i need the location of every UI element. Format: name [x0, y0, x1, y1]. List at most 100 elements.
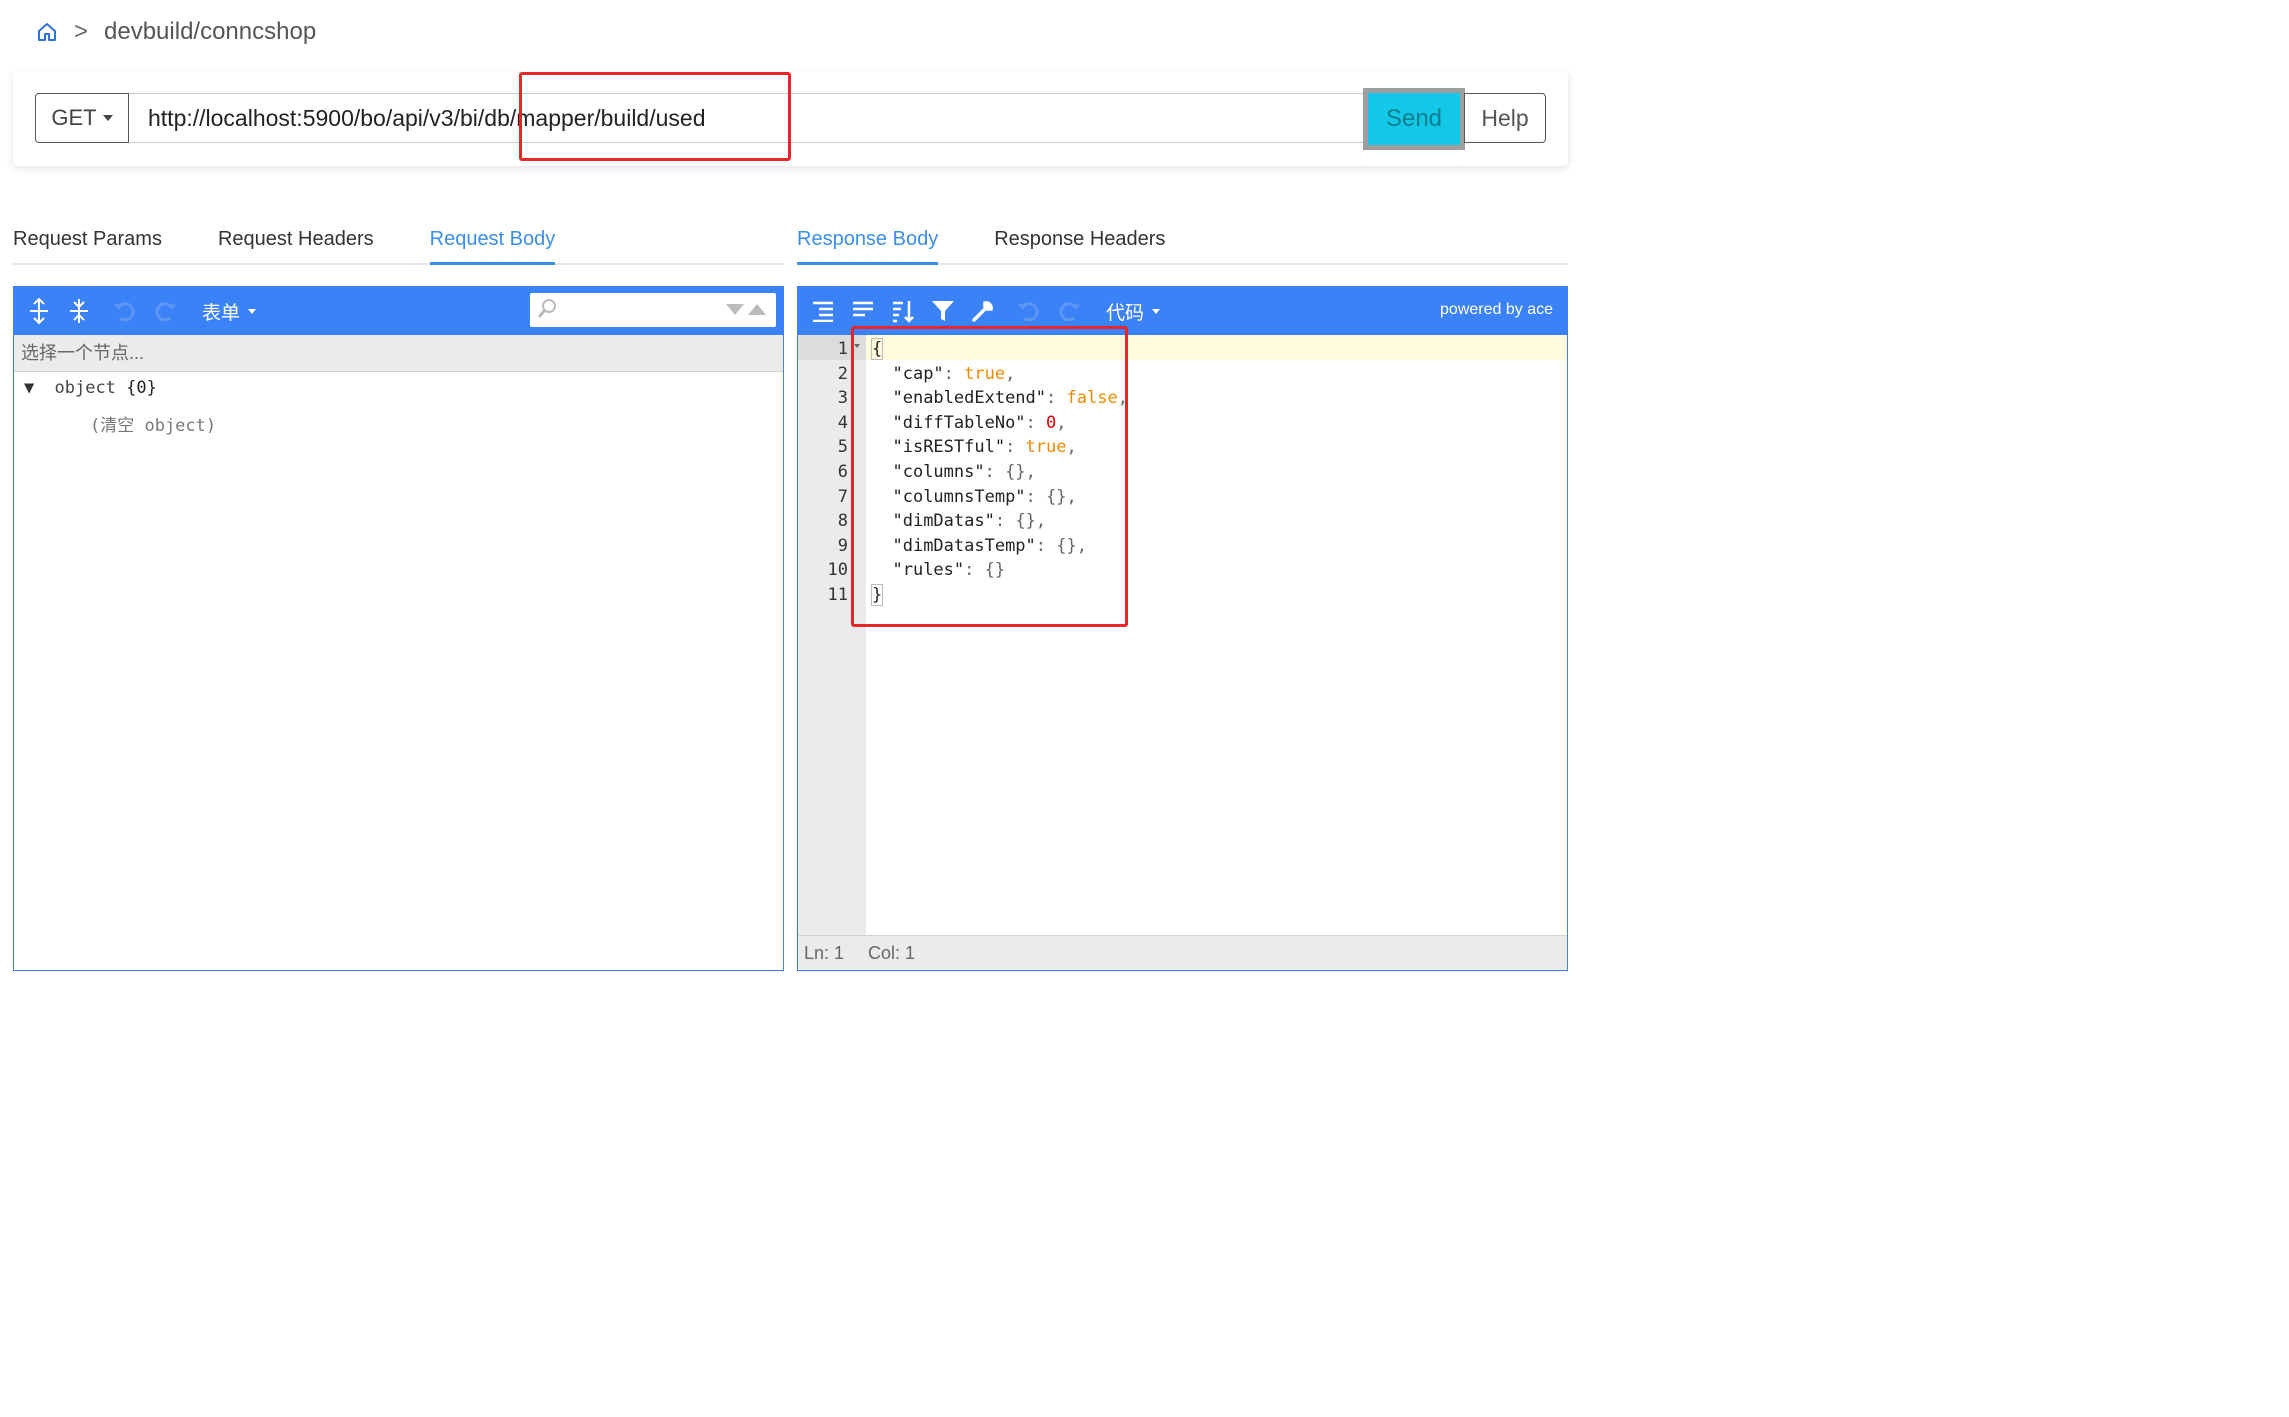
tree-root-count: {0} — [126, 378, 157, 398]
json-key: "columnsTemp" — [892, 486, 1026, 507]
code-mode-dropdown[interactable]: 代码 — [1106, 298, 1161, 325]
breadcrumb-separator: > — [74, 18, 89, 45]
code-line: } — [870, 584, 884, 606]
url-input[interactable] — [130, 93, 1366, 143]
line-number: 9 — [837, 535, 848, 556]
request-body-editor: 表单 选择一个节点... ▼ object {0} (清空 object) — [13, 286, 784, 971]
code-area[interactable]: { "cap": true, "enabledExtend": false, "… — [866, 335, 1567, 936]
json-value: {} — [1056, 535, 1077, 556]
json-trail: , — [1117, 388, 1128, 409]
method-dropdown[interactable]: GET — [35, 93, 129, 143]
line-number: 10 — [827, 560, 848, 581]
line-number: 3 — [837, 388, 848, 409]
tree-root-row[interactable]: ▼ object {0} — [24, 378, 157, 398]
json-key: "enabledExtend" — [892, 388, 1047, 409]
json-key: "rules" — [892, 560, 965, 581]
json-value: {} — [1005, 462, 1026, 482]
json-colon: : — [964, 560, 985, 581]
code-line: "dimDatasTemp": {}, — [872, 536, 1087, 556]
tree-mode-label: 表单 — [202, 302, 241, 324]
json-colon: : — [994, 511, 1016, 532]
json-colon: : — [1046, 388, 1067, 409]
response-editor-toolbar: 代码 powered by ace — [798, 287, 1567, 335]
tree-search-box — [530, 293, 776, 327]
json-value: false — [1066, 388, 1118, 409]
json-trail: , — [1056, 412, 1067, 433]
code-line: { — [870, 338, 884, 360]
code-line: "enabledExtend": false, — [872, 388, 1128, 409]
json-key: "dimDatas" — [892, 511, 995, 532]
tab-request-headers[interactable]: Request Headers — [218, 228, 374, 263]
code-mode-label: 代码 — [1106, 302, 1145, 324]
json-key: "dimDatasTemp" — [892, 535, 1036, 556]
json-value: true — [1025, 437, 1067, 458]
home-icon[interactable] — [36, 21, 58, 43]
search-prev-icon[interactable] — [748, 304, 766, 315]
code-line: "diffTableNo": 0, — [872, 412, 1067, 433]
response-tabs: Response Body Response Headers — [797, 228, 1568, 265]
redo-icon[interactable] — [1054, 296, 1084, 326]
json-value: {} — [984, 560, 1006, 581]
tree-expand-icon[interactable]: ▼ — [24, 378, 34, 398]
line-number: 11 — [827, 585, 848, 605]
tab-response-body[interactable]: Response Body — [797, 228, 939, 265]
line-number: 2 — [837, 363, 848, 384]
json-value: {} — [1046, 486, 1067, 507]
json-key: "diffTableNo" — [892, 412, 1026, 433]
status-line: Ln: 1 — [804, 942, 845, 963]
sort-icon[interactable] — [888, 296, 918, 326]
json-trail: , — [1066, 437, 1077, 458]
line-number: 7 — [837, 486, 848, 507]
response-body-editor: 代码 powered by ace 1 2 3 4 5 6 7 8 9 10 11 { "cap":… — [797, 286, 1568, 971]
tree-search-input[interactable] — [560, 295, 724, 325]
repair-icon[interactable] — [968, 296, 998, 326]
search-next-icon[interactable] — [726, 304, 744, 315]
request-tabs: Request Params Request Headers Request B… — [13, 228, 784, 265]
tab-response-headers[interactable]: Response Headers — [994, 228, 1165, 263]
tab-request-params[interactable]: Request Params — [13, 228, 162, 263]
chevron-down-icon — [102, 115, 113, 121]
format-icon[interactable] — [808, 296, 838, 326]
code-line: "isRESTful": true, — [872, 437, 1077, 458]
code-line: "cap": true, — [872, 364, 1015, 384]
undo-icon[interactable] — [1014, 296, 1044, 326]
chevron-down-icon — [1152, 308, 1161, 314]
send-button[interactable]: Send — [1368, 93, 1460, 145]
json-colon: : — [1035, 535, 1057, 556]
brace: { — [870, 338, 884, 360]
tab-request-body[interactable]: Request Body — [429, 228, 555, 265]
compact-icon[interactable] — [848, 296, 878, 326]
json-key: "cap" — [892, 363, 944, 384]
json-value: 0 — [1046, 412, 1057, 433]
url-bar: GET Send Help — [13, 72, 1568, 166]
json-trail: , — [1066, 486, 1077, 507]
json-key: "isRESTful" — [892, 437, 1006, 458]
json-colon: : — [1025, 412, 1047, 433]
request-editor-toolbar: 表单 — [14, 287, 783, 335]
collapse-all-icon[interactable] — [64, 296, 94, 326]
line-number-gutter: 1 2 3 4 5 6 7 8 9 10 11 — [798, 335, 866, 936]
status-column: Col: 1 — [868, 942, 916, 963]
tree-mode-dropdown[interactable]: 表单 — [202, 298, 257, 325]
json-trail: , — [1076, 535, 1087, 556]
fold-toggle-icon[interactable] — [854, 344, 860, 348]
line-number: 1 — [837, 339, 848, 359]
redo-icon[interactable] — [150, 296, 180, 326]
brace: } — [870, 584, 884, 606]
json-colon: : — [1025, 486, 1047, 507]
node-path-bar: 选择一个节点... — [14, 335, 783, 372]
help-button[interactable]: Help — [1464, 93, 1546, 143]
breadcrumb: > devbuild/conncshop — [36, 14, 316, 50]
json-value: true — [964, 363, 1006, 384]
tree-empty-hint: (清空 object) — [90, 416, 217, 436]
filter-icon[interactable] — [928, 296, 958, 326]
expand-all-icon[interactable] — [24, 296, 54, 326]
json-trail: , — [1005, 363, 1016, 384]
send-button-focus-ring: Send — [1363, 88, 1465, 150]
line-number: 6 — [837, 462, 848, 482]
breadcrumb-path[interactable]: devbuild/conncshop — [104, 18, 316, 46]
powered-by-ace-link[interactable]: powered by ace — [1440, 301, 1553, 319]
undo-icon[interactable] — [110, 296, 140, 326]
code-line: "columns": {}, — [872, 462, 1035, 482]
json-colon: : — [984, 462, 1006, 482]
